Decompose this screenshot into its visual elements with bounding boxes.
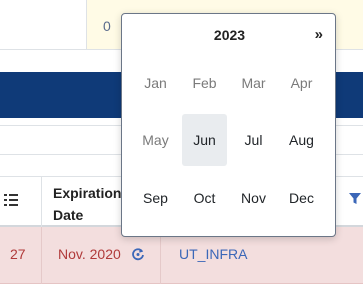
list-icon[interactable] — [4, 193, 18, 207]
year-label: 2023 — [213, 27, 246, 43]
month-mar[interactable]: Mar — [231, 57, 276, 109]
month-aug[interactable]: Aug — [279, 114, 324, 166]
table-cell — [0, 0, 87, 50]
column-divider — [41, 176, 42, 227]
row-number: 27 — [10, 246, 26, 262]
filter-icon[interactable] — [349, 193, 361, 205]
expiration-date-header[interactable]: Expiration Date — [53, 182, 123, 226]
expiration-date-value: Nov. 2020 — [58, 246, 121, 262]
month-dec[interactable]: Dec — [279, 172, 324, 224]
next-year-button[interactable]: » — [315, 26, 323, 43]
month-jun[interactable]: Jun — [182, 114, 227, 166]
month-apr[interactable]: Apr — [279, 57, 324, 109]
refresh-icon[interactable] — [131, 247, 145, 261]
row-link[interactable]: UT_INFRA — [179, 246, 247, 262]
month-jan[interactable]: Jan — [133, 57, 178, 109]
month-oct[interactable]: Oct — [182, 172, 227, 224]
month-picker-popup: 2023 » Jan Feb Mar Apr May Jun Jul Aug S… — [121, 13, 336, 237]
column-divider — [41, 227, 42, 284]
cell-value: 0 — [103, 18, 111, 34]
month-may[interactable]: May — [133, 114, 178, 166]
month-nov[interactable]: Nov — [231, 172, 276, 224]
month-feb[interactable]: Feb — [182, 57, 227, 109]
month-sep[interactable]: Sep — [133, 172, 178, 224]
month-jul[interactable]: Jul — [231, 114, 276, 166]
